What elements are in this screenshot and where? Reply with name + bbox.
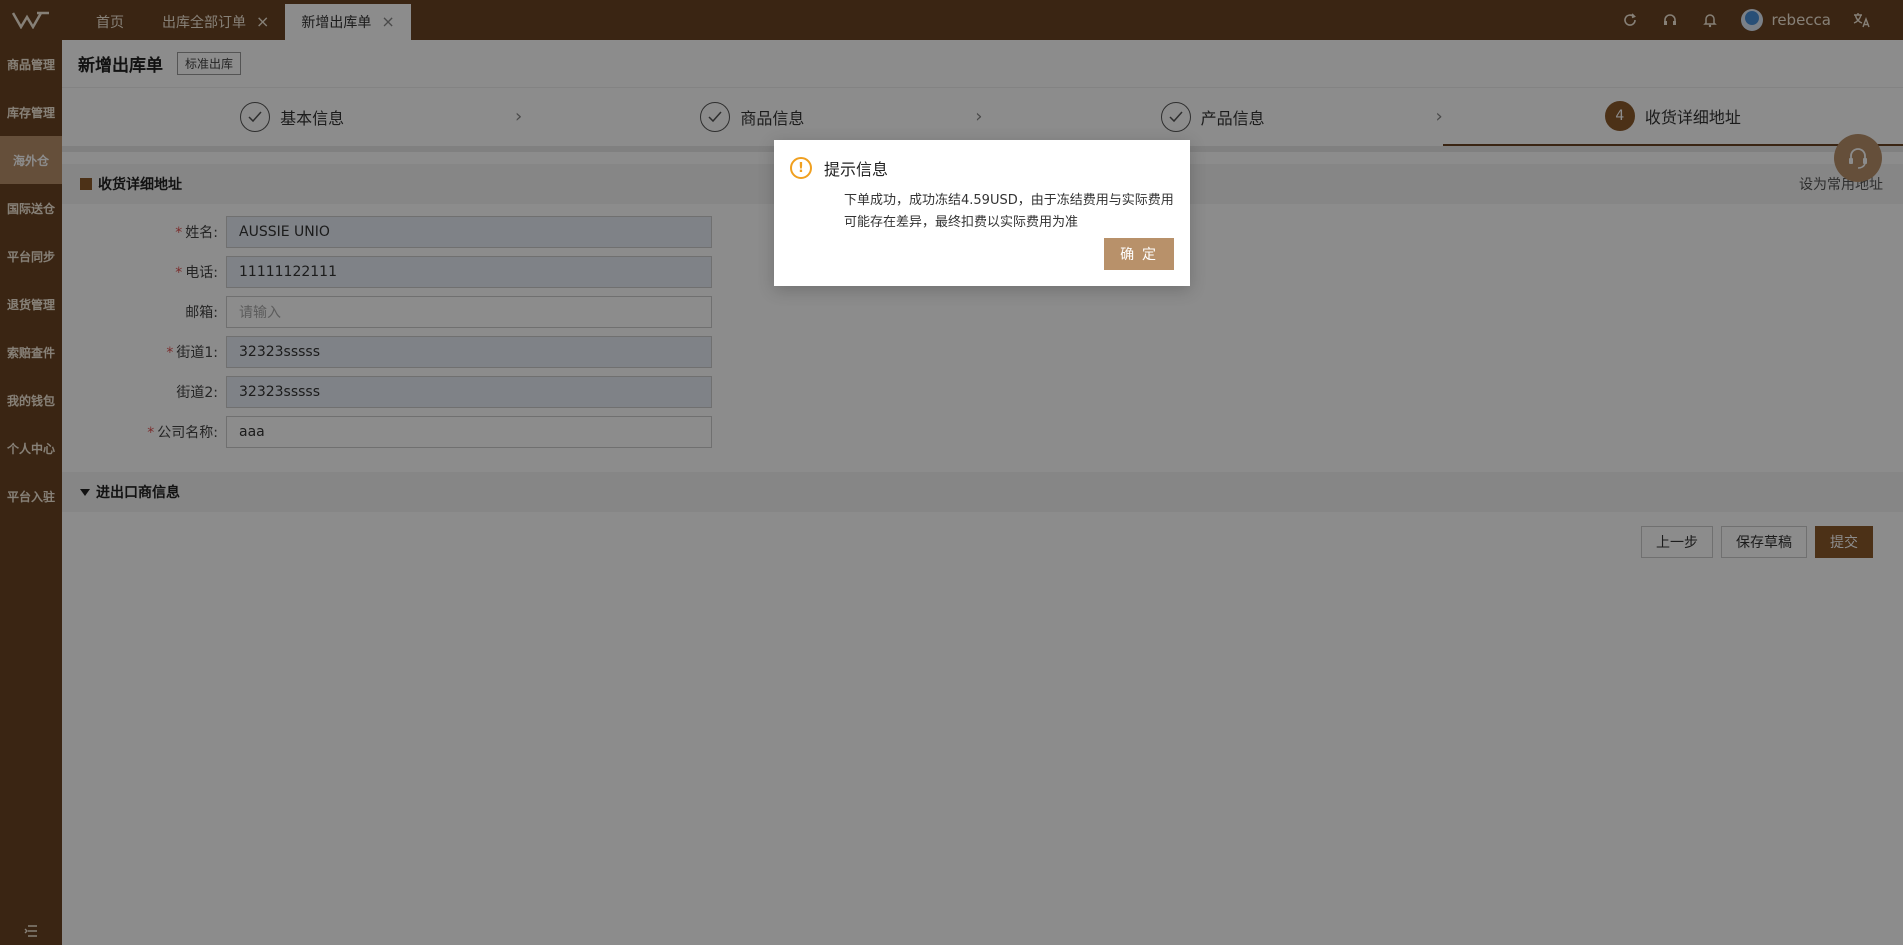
dialog-header: ! 提示信息 [790, 156, 1174, 180]
info-dialog: ! 提示信息 下单成功，成功冻结4.59USD，由于冻结费用与实际费用可能存在差… [774, 140, 1190, 286]
dialog-message: 下单成功，成功冻结4.59USD，由于冻结费用与实际费用可能存在差异，最终扣费以… [844, 193, 1174, 230]
confirm-button[interactable]: 确 定 [1104, 238, 1174, 270]
warning-icon: ! [790, 157, 812, 179]
dialog-title: 提示信息 [824, 160, 889, 179]
